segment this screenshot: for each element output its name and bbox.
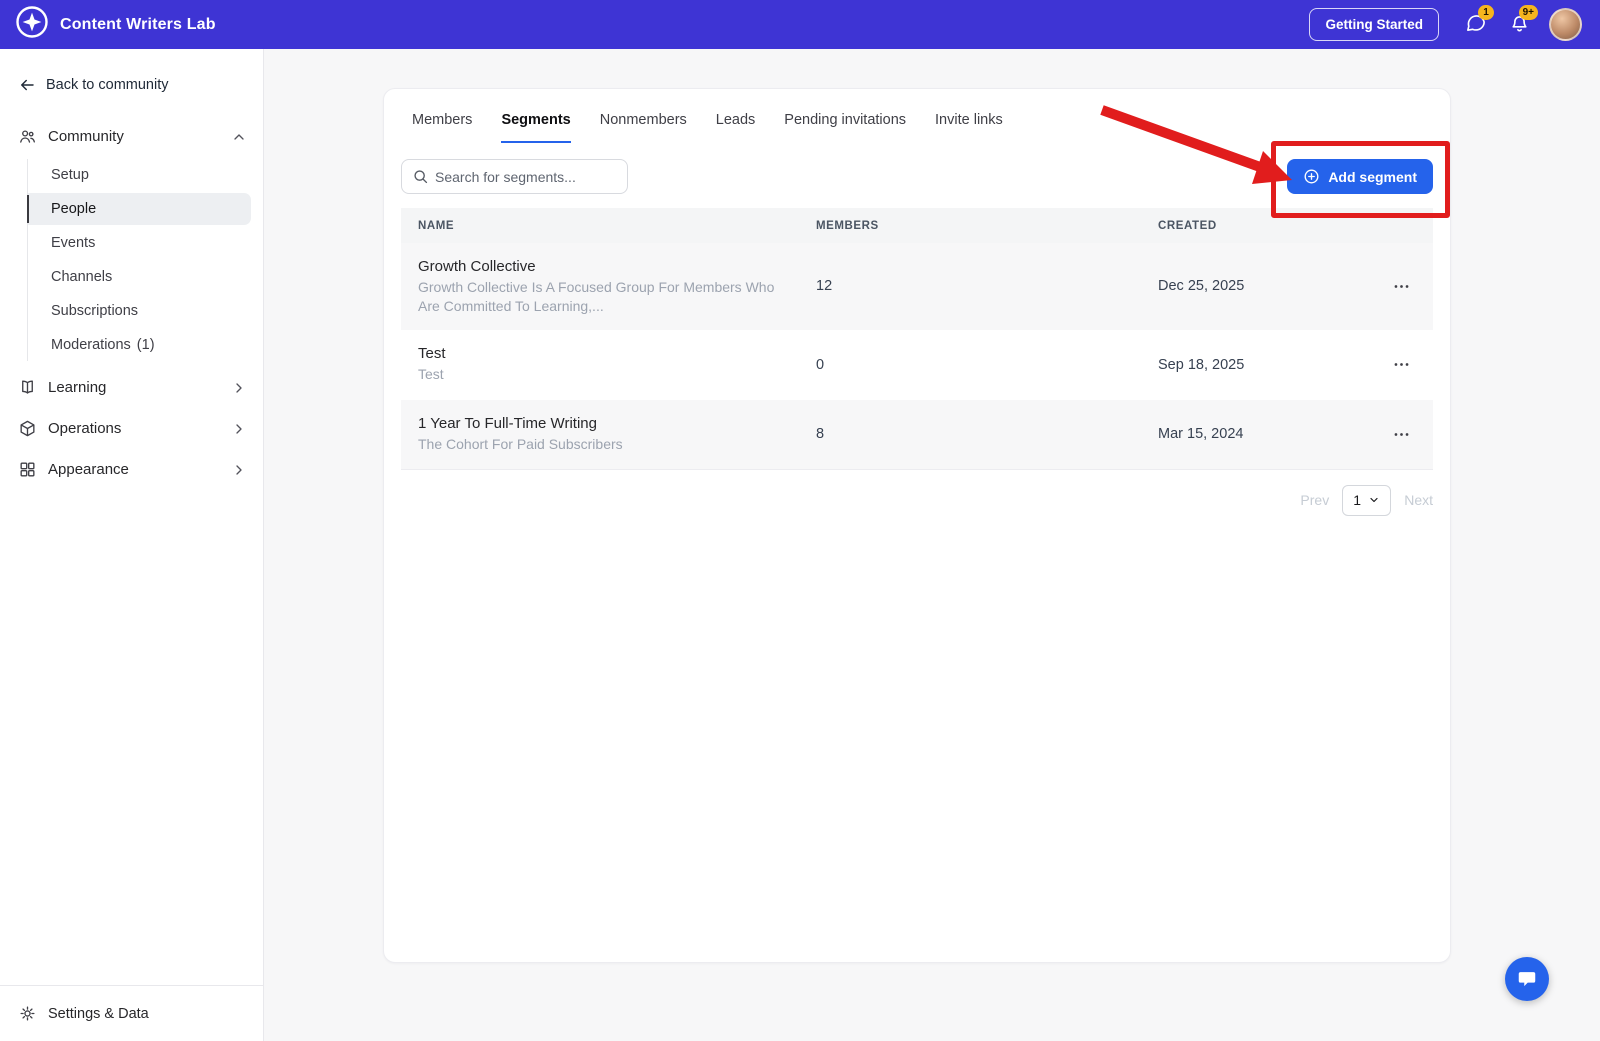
topbar: Content Writers Lab Getting Started 1 9+ [0, 0, 1600, 49]
appearance-icon [18, 460, 37, 479]
getting-started-button[interactable]: Getting Started [1309, 8, 1439, 41]
sidebar-item-settings-data[interactable]: Settings & Data [0, 985, 263, 1041]
column-header-members: MEMBERS [816, 219, 879, 232]
sidebar-item-label: Community [48, 128, 124, 145]
settings-data-label: Settings & Data [48, 1005, 149, 1022]
tab-invite-links[interactable]: Invite links [935, 112, 1003, 143]
segments-table: NAME MEMBERS CREATED Growth Collective G… [401, 208, 1433, 470]
row-actions-button[interactable] [1390, 419, 1413, 450]
sidebar-item-label: Learning [48, 379, 107, 396]
add-segment-label: Add segment [1328, 168, 1417, 185]
add-segment-wrapper: Add segment [1271, 141, 1450, 218]
segment-name: Test [418, 344, 446, 362]
column-header-created: CREATED [1158, 219, 1217, 232]
sidebar-item-setup[interactable]: Setup [28, 159, 251, 191]
ellipsis-icon [1394, 285, 1409, 288]
segment-description: Growth Collective Is A Focused Group For… [418, 279, 775, 314]
segment-name: 1 Year To Full-Time Writing [418, 414, 597, 432]
ellipsis-icon [1394, 432, 1409, 436]
row-actions-button[interactable] [1390, 271, 1413, 302]
back-arrow-icon [18, 76, 36, 94]
app-title: Content Writers Lab [60, 15, 216, 33]
moderations-count: (1) [136, 337, 155, 353]
search-input-wrapper [401, 159, 628, 194]
chevron-right-icon [231, 380, 247, 396]
sidebar-item-label: Events [51, 235, 96, 251]
add-segment-button[interactable]: Add segment [1287, 159, 1433, 194]
notifications-button[interactable]: 9+ [1505, 4, 1538, 39]
ellipsis-icon [1394, 363, 1409, 367]
table-row[interactable]: Test Test 0 Sep 18, 2025 [401, 330, 1433, 400]
sidebar-item-label: Setup [51, 167, 89, 183]
chat-widget-icon [1516, 968, 1538, 990]
sidebar-item-events[interactable]: Events [28, 227, 251, 259]
search-input[interactable] [401, 159, 628, 194]
learning-icon [18, 378, 37, 397]
settings-icon [18, 1004, 37, 1023]
app-logo[interactable] [14, 5, 49, 44]
sidebar-item-people[interactable]: People [27, 193, 251, 225]
tab-bar: Members Segments Nonmembers Leads Pendin… [384, 89, 1450, 143]
tab-members[interactable]: Members [412, 112, 472, 143]
chevron-down-icon [1368, 494, 1380, 506]
sidebar-item-label: Moderations [51, 337, 131, 353]
segment-members-count: 0 [816, 356, 825, 373]
prev-page-button[interactable]: Prev [1300, 492, 1329, 508]
main-content: Members Segments Nonmembers Leads Pendin… [264, 49, 1600, 1041]
sidebar-item-learning[interactable]: Learning [0, 367, 263, 408]
column-header-name: NAME [418, 219, 455, 232]
segment-members-count: 8 [816, 426, 825, 443]
sidebar-item-label: Channels [51, 269, 113, 285]
pagination: Prev 1 Next [384, 484, 1433, 516]
segment-description: The Cohort For Paid Subscribers [418, 435, 623, 452]
current-page: 1 [1353, 492, 1362, 509]
toolbar: Add segment [401, 141, 1450, 218]
people-card: Members Segments Nonmembers Leads Pendin… [383, 88, 1451, 963]
back-link-label: Back to community [46, 77, 169, 93]
chat-widget-button[interactable] [1505, 957, 1549, 1001]
segment-created-date: Sep 18, 2025 [1158, 356, 1245, 373]
plus-circle-icon [1303, 168, 1320, 185]
segment-name: Growth Collective [418, 258, 536, 275]
chevron-right-icon [231, 462, 247, 478]
messages-badge: 1 [1478, 4, 1494, 20]
sidebar-item-label: Appearance [48, 461, 129, 478]
sidebar-item-channels[interactable]: Channels [28, 261, 251, 293]
page-select[interactable]: 1 [1342, 484, 1392, 516]
community-icon [18, 127, 37, 146]
sidebar-item-label: People [51, 201, 97, 217]
operations-icon [18, 419, 37, 438]
tab-segments[interactable]: Segments [501, 112, 571, 143]
column-header-actions [1377, 208, 1433, 243]
sidebar-item-label: Operations [48, 420, 122, 437]
sidebar-item-community[interactable]: Community [0, 116, 263, 157]
table-header-row: NAME MEMBERS CREATED [401, 208, 1433, 243]
chevron-right-icon [231, 421, 247, 437]
notifications-badge: 9+ [1518, 4, 1538, 20]
table-row[interactable]: 1 Year To Full-Time Writing The Cohort F… [401, 399, 1433, 470]
segment-created-date: Mar 15, 2024 [1158, 426, 1244, 443]
sidebar-item-moderations[interactable]: Moderations (1) [28, 329, 251, 361]
table-row[interactable]: Growth Collective Growth Collective Is A… [401, 243, 1433, 330]
sidebar-item-subscriptions[interactable]: Subscriptions [28, 295, 251, 327]
segment-created-date: Dec 25, 2025 [1158, 278, 1245, 295]
segment-members-count: 12 [816, 278, 833, 295]
tab-leads[interactable]: Leads [716, 112, 756, 143]
back-to-community-link[interactable]: Back to community [0, 49, 263, 104]
sidebar-item-label: Subscriptions [51, 303, 139, 319]
row-actions-button[interactable] [1390, 349, 1413, 380]
logo-icon [15, 5, 49, 44]
messages-button[interactable]: 1 [1461, 4, 1494, 39]
sidebar: Back to community Community Setup People… [0, 49, 264, 1041]
next-page-button[interactable]: Next [1404, 492, 1433, 508]
user-avatar[interactable] [1549, 8, 1582, 41]
segment-description: Test [418, 365, 444, 382]
tab-pending-invitations[interactable]: Pending invitations [784, 112, 906, 143]
community-subnav: Setup People Events Channels Subscriptio… [27, 159, 263, 361]
sidebar-nav: Community Setup People Events Channels S… [0, 104, 263, 985]
chevron-up-icon [231, 129, 247, 145]
tab-nonmembers[interactable]: Nonmembers [600, 112, 687, 143]
sidebar-item-appearance[interactable]: Appearance [0, 449, 263, 490]
sidebar-item-operations[interactable]: Operations [0, 408, 263, 449]
